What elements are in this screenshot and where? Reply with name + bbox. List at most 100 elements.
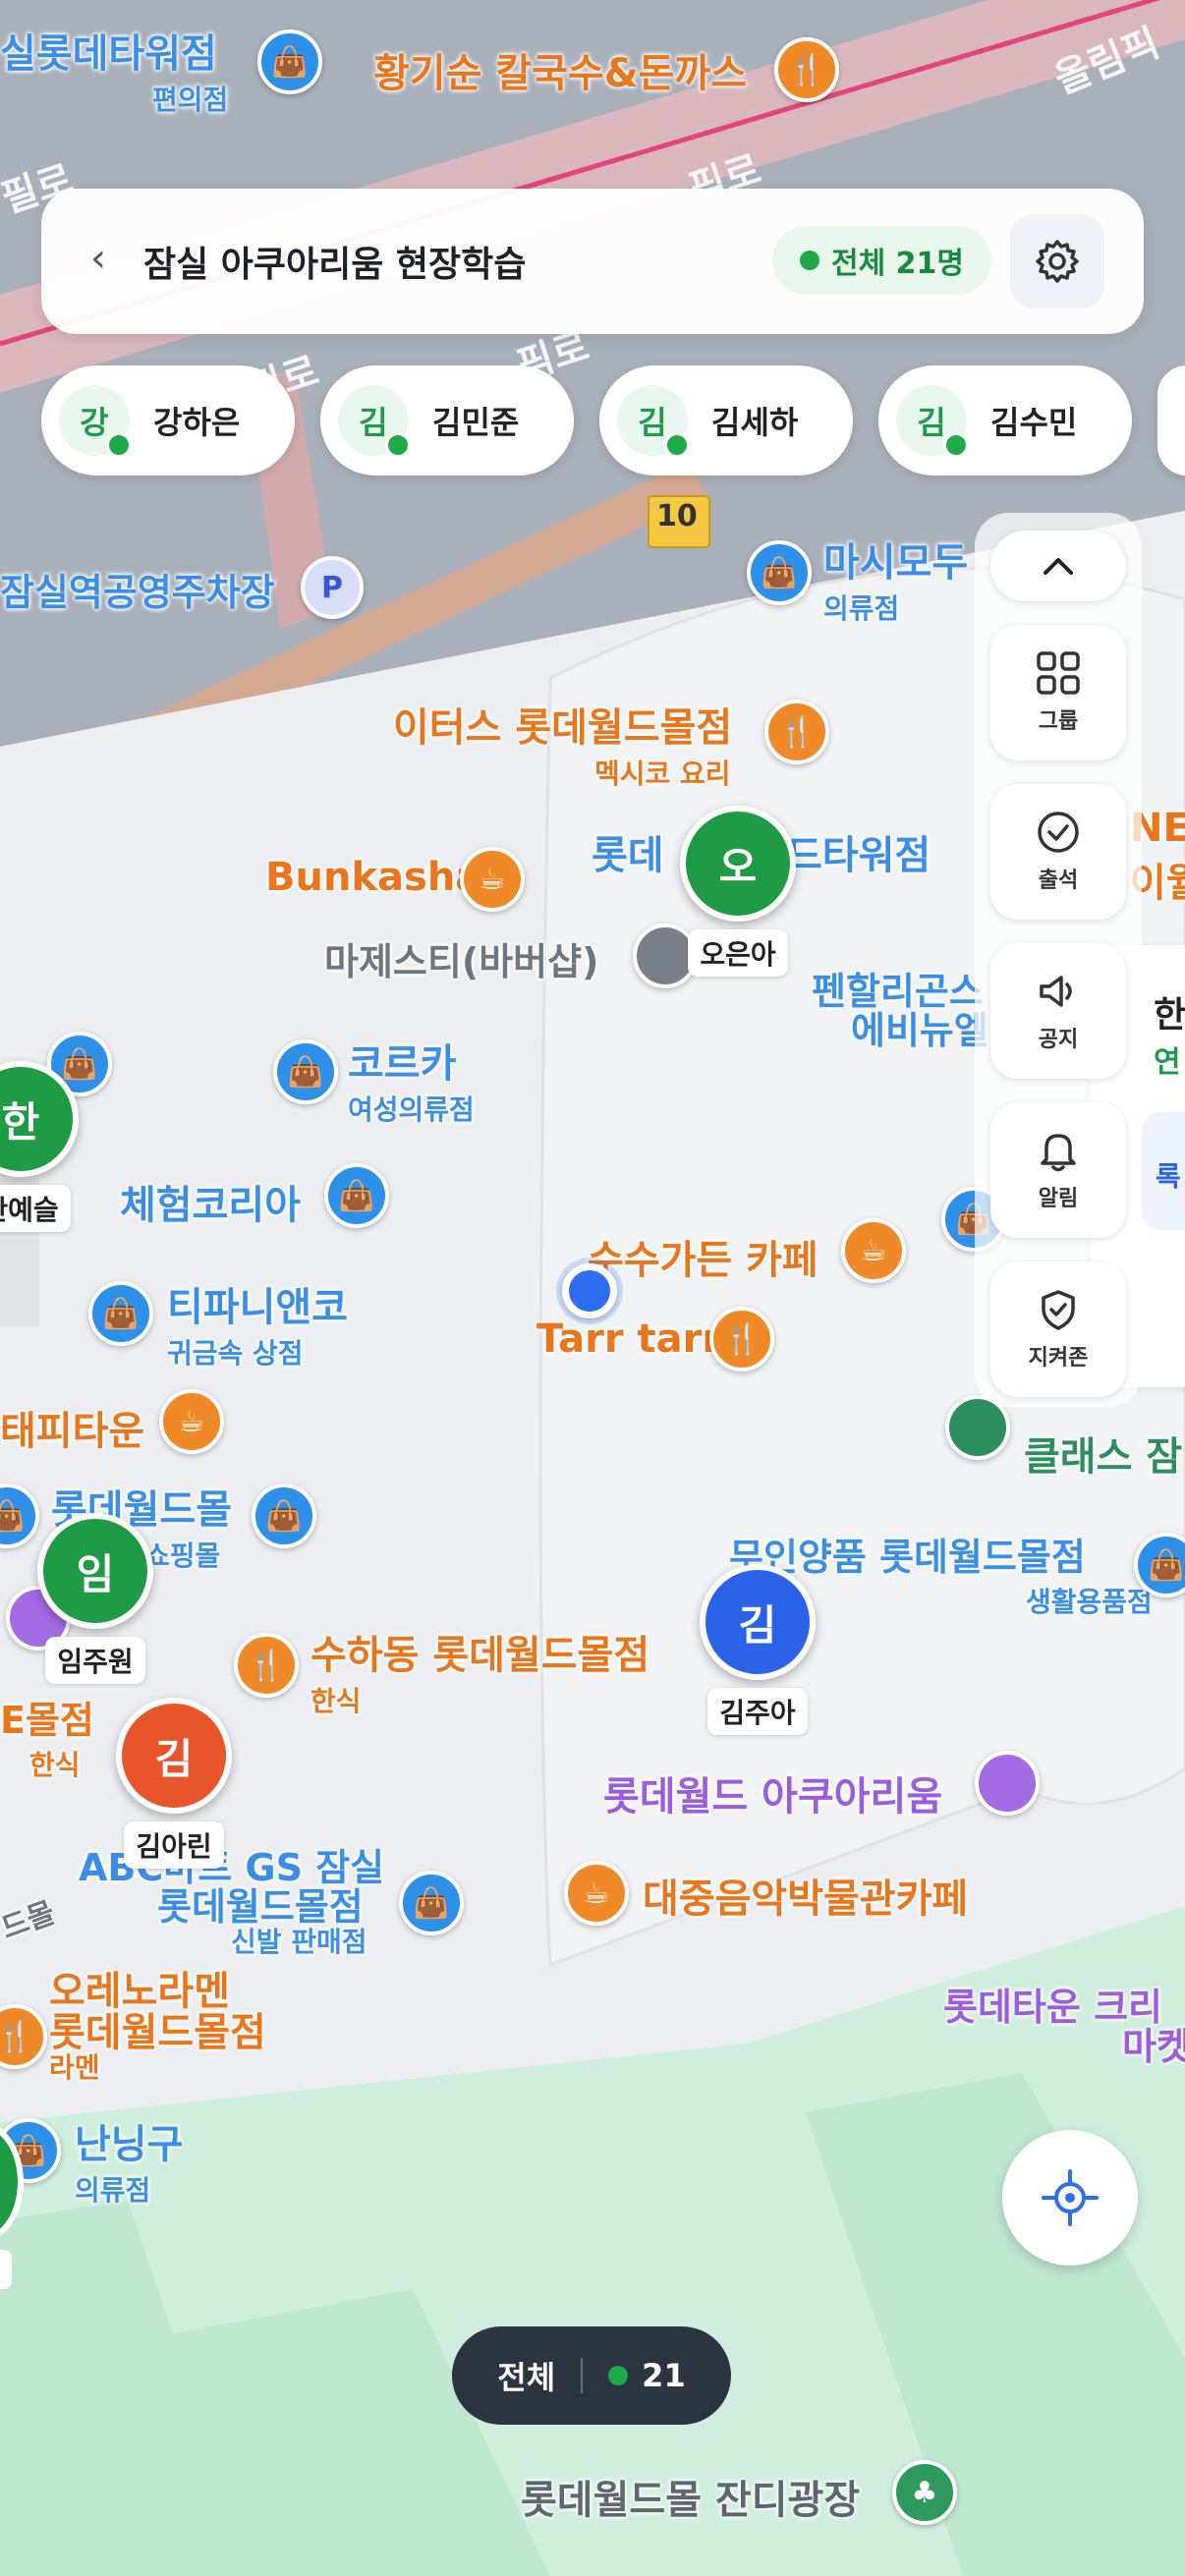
total-count: 21	[642, 2357, 686, 2394]
shop-poi-icon[interactable]: 👜	[88, 1281, 153, 1346]
student-chip[interactable]: 김 김수민	[878, 365, 1132, 476]
student-chip-name: 강하은	[153, 404, 241, 441]
check-circle-icon	[1038, 812, 1079, 853]
detail-card-link[interactable]: 록	[1142, 1112, 1185, 1230]
safezone-label: 지켜존	[1028, 1346, 1089, 1371]
student-chip-name: 김수민	[990, 404, 1078, 441]
shop-poi-icon[interactable]: 👜	[252, 1484, 316, 1548]
student-marker-avatar: 오	[680, 806, 796, 922]
attendance-label: 출석	[1038, 868, 1079, 893]
safezone-button[interactable]: 지켜존	[990, 1261, 1126, 1397]
back-icon[interactable]: ‹	[90, 236, 106, 281]
restaurant-poi-icon[interactable]: 🍴	[774, 37, 839, 102]
grid-icon	[1037, 651, 1080, 695]
map-place-label: 코르카 여성의류점	[348, 1041, 475, 1126]
alert-label: 알림	[1038, 1187, 1079, 1211]
map-place-label: 롯데타운 크리 마켓	[943, 1986, 1185, 2068]
map-place-label: 오레노라멘 롯데월드몰점 라멘	[49, 1969, 266, 2084]
bell-icon	[1041, 1134, 1076, 1172]
detail-card-title: 한	[1154, 995, 1185, 1036]
student-marker[interactable]: 오 오은아	[672, 806, 804, 977]
map-place-label: 수수가든 카페	[588, 1238, 818, 1283]
restaurant-poi-icon[interactable]: 🍴	[709, 1307, 774, 1372]
student-chip-name: 김세하	[711, 404, 799, 441]
cafe-poi-icon[interactable]: ☕	[159, 1389, 224, 1454]
map-place-label: 드타워점	[786, 833, 931, 878]
map-place-label: 티파니앤코 귀금속 상점	[167, 1285, 348, 1370]
shop-poi-icon[interactable]: 👜	[747, 540, 812, 605]
map-place-label: 롯데월드몰 잔디광장	[521, 2478, 861, 2523]
settings-button[interactable]	[1010, 214, 1104, 308]
map-place-label: 펜할리곤스 에비뉴엘	[812, 970, 988, 1052]
avatar: 김	[896, 385, 969, 458]
student-marker-name: 김주아	[707, 1688, 808, 1735]
map-place-label: 체험코리아	[120, 1183, 301, 1228]
student-marker-name: 김아린	[124, 1821, 224, 1869]
detail-card-sub: 연	[1154, 1045, 1181, 1080]
student-chip[interactable]: 김 김민준	[320, 365, 574, 476]
restaurant-poi-icon[interactable]: 🍴	[764, 700, 829, 764]
shield-icon	[1042, 1290, 1075, 1330]
student-marker[interactable]: 임 임주원	[29, 1513, 161, 1684]
cafe-poi-icon[interactable]: ☕	[564, 1861, 629, 1926]
student-marker-name: 오은아	[688, 929, 788, 977]
online-dot	[608, 2366, 629, 2385]
student-marker[interactable]: 한 한예슬	[0, 1061, 86, 1232]
megaphone-icon	[1040, 976, 1072, 1007]
total-label: 전체	[497, 2359, 556, 2396]
group-button[interactable]: 그룹	[990, 625, 1126, 760]
shop-poi-icon[interactable]: 👜	[257, 29, 322, 94]
side-toolbar: 그룹 출석 공지 알림 지켜존	[975, 513, 1142, 1407]
alert-button[interactable]: 알림	[990, 1102, 1126, 1238]
map-place-label: 마제스티(바버샵)	[324, 940, 599, 983]
map-place-label: 클래스 잠	[1024, 1434, 1183, 1480]
map-place-label: 롯데	[592, 833, 664, 878]
map-place-label: Tarr tarr	[536, 1316, 722, 1362]
map-place-label: 대중음악박물관카페	[643, 1876, 969, 1922]
cafe-poi-icon[interactable]: ☕	[841, 1218, 906, 1283]
shop-poi-icon[interactable]: 👜	[324, 1163, 389, 1228]
parking-icon[interactable]: P	[301, 556, 364, 619]
divider	[581, 2358, 584, 2393]
aquarium-poi-icon[interactable]	[975, 1751, 1040, 1816]
online-dot	[943, 432, 969, 458]
map-place-label: 마시모두 의류점	[823, 540, 969, 625]
cafe-poi-icon[interactable]: ☕	[460, 847, 525, 912]
locate-button[interactable]	[1002, 2130, 1138, 2266]
page-title: 잠실 아쿠아리움 현장학습	[143, 245, 527, 285]
total-students-pill[interactable]: 전체 21	[452, 2326, 731, 2425]
locate-icon	[1042, 2169, 1099, 2226]
notice-button[interactable]: 공지	[990, 943, 1126, 1079]
collapse-toolbar-button[interactable]	[990, 531, 1126, 601]
map-place-label: 이터스 롯데월드몰점 멕시코 요리	[393, 705, 733, 790]
online-dot	[385, 432, 411, 458]
map-place-label: 황기순 칼국수&돈까스	[373, 51, 748, 96]
student-marker-name: 임주원	[45, 1637, 145, 1684]
student-marker-avatar: 한	[0, 1061, 79, 1177]
map-place-label: 수하동 롯데월드몰점 한식	[310, 1633, 650, 1717]
restaurant-poi-icon[interactable]: 🍴	[234, 1633, 299, 1698]
student-chip[interactable]: 강 강하은	[41, 365, 295, 476]
student-chip[interactable]: 김 김세하	[599, 365, 853, 476]
map-place-label: 잠실역공영주차장	[0, 571, 275, 614]
student-marker[interactable]: 김 김주아	[692, 1564, 823, 1735]
avatar: 김	[338, 385, 411, 458]
road-number: 10	[656, 499, 698, 533]
status-badge[interactable]: 전체 21명	[772, 226, 991, 295]
attendance-button[interactable]: 출석	[990, 784, 1126, 920]
park-poi-icon[interactable]: ♣	[892, 2460, 957, 2525]
current-location-dot	[562, 1263, 617, 1318]
student-chip-partial[interactable]	[1157, 365, 1185, 476]
chevron-up-icon	[1044, 558, 1073, 575]
online-dot	[664, 432, 690, 458]
student-chip-name: 김민준	[432, 404, 520, 441]
map-place-label: 롯데월드 아쿠아리움	[603, 1774, 943, 1820]
group-label: 그룹	[1038, 709, 1079, 734]
student-marker[interactable]: 김 김아린	[108, 1698, 240, 1869]
avatar: 김	[617, 385, 690, 458]
shop-poi-icon[interactable]: 👜	[273, 1039, 338, 1104]
online-dot	[800, 251, 819, 270]
map-place-label: 난닝구 의류점	[75, 2122, 184, 2207]
shop-poi-icon[interactable]: 👜	[399, 1871, 464, 1935]
status-badge-label: 전체 21명	[831, 247, 964, 281]
